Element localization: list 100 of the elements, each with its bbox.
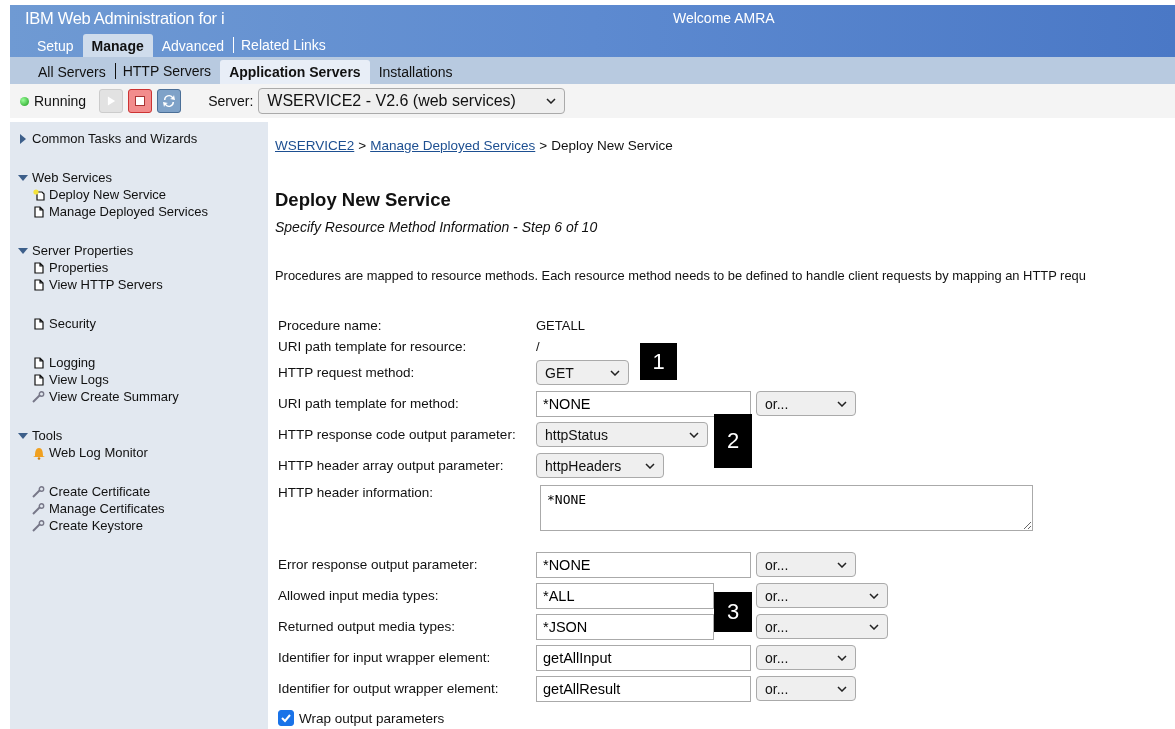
dropdown[interactable]: or...	[756, 676, 856, 701]
input-field[interactable]: *NONE	[536, 551, 751, 578]
sidebar-item[interactable]: Create Certificate	[18, 483, 265, 500]
input-field[interactable]: *NONE	[536, 390, 751, 417]
dropdown[interactable]: GET	[536, 360, 629, 385]
field-label: URI path template for resource:	[278, 339, 468, 354]
refresh-icon	[161, 93, 178, 109]
new-page-icon	[32, 188, 46, 201]
callout-number: 3	[714, 592, 752, 632]
chevron-down-icon	[610, 369, 620, 376]
stop-button[interactable]	[128, 89, 153, 113]
chevron-down-icon	[645, 462, 655, 469]
dropdown[interactable]: or...	[756, 645, 856, 670]
triangle-down-icon	[18, 430, 28, 441]
sidebar-section[interactable]: Common Tasks and Wizards	[18, 130, 265, 147]
chevron-down-icon	[689, 431, 699, 438]
sidebar-item[interactable]: Security	[18, 315, 265, 332]
input-field[interactable]: *JSON	[536, 613, 714, 640]
page-icon	[32, 373, 46, 386]
breadcrumb-link[interactable]: Manage Deployed Services	[370, 138, 536, 153]
chevron-down-icon	[837, 685, 847, 692]
refresh-button[interactable]	[157, 89, 182, 113]
chevron-down-icon	[869, 592, 879, 599]
dropdown[interactable]: or...	[756, 391, 856, 416]
sidebar-item[interactable]: Deploy New Service	[18, 186, 265, 203]
sidebar-item[interactable]: Logging	[18, 354, 265, 371]
intro-text: Procedures are mapped to resource methods. Each resource method needs to be defined to handle client requests by mapping an HTTP requ	[275, 268, 1087, 283]
field-label: HTTP request method:	[278, 365, 416, 380]
field-value: GETALL	[536, 318, 585, 333]
sidebar-item[interactable]: View HTTP Servers	[18, 276, 265, 293]
checkbox[interactable]	[278, 710, 294, 726]
chevron-down-icon	[869, 623, 879, 630]
breadcrumb-text: Deploy New Service	[551, 138, 673, 153]
field-label: URI path template for method:	[278, 396, 460, 411]
bell-icon	[32, 445, 46, 460]
page-subtitle: Specify Resource Method Information - Step 6 of 10	[275, 219, 599, 235]
welcome-text: Welcome AMRA	[673, 10, 775, 26]
field-label: Returned output media types:	[278, 619, 457, 634]
field-label: HTTP response code output parameter:	[278, 427, 517, 442]
sidebar-section[interactable]: Tools	[18, 427, 265, 444]
sidebar-item[interactable]: Web Log Monitor	[18, 444, 265, 461]
page-title: Deploy New Service	[275, 189, 452, 211]
app-title: IBM Web Administration for i	[24, 8, 226, 28]
sidebar-item[interactable]: Properties	[18, 259, 265, 276]
breadcrumb-link[interactable]: WSERVICE2	[275, 138, 355, 153]
field-label: Identifier for output wrapper element:	[278, 681, 500, 696]
chevron-down-icon	[837, 400, 847, 407]
wrench-icon	[32, 519, 46, 532]
play-icon	[106, 95, 116, 107]
server-tab[interactable]: Installations	[369, 60, 462, 84]
page-icon	[32, 205, 46, 218]
chevron-down-icon	[837, 654, 847, 661]
triangle-down-icon	[18, 245, 28, 256]
chevron-down-icon	[837, 561, 847, 568]
status-text: Running	[34, 93, 87, 109]
wrench-icon	[32, 502, 46, 515]
field-label: Identifier for input wrapper element:	[278, 650, 492, 665]
chevron-down-icon	[546, 98, 557, 104]
sidebar-item[interactable]: Manage Certificates	[18, 500, 265, 517]
field-label: HTTP header array output parameter:	[278, 458, 505, 473]
input-field[interactable]: getAllResult	[536, 675, 751, 702]
server-label: Server:	[208, 93, 254, 109]
nav-tab[interactable]: Manage	[82, 34, 153, 57]
field-value: /	[536, 339, 540, 354]
sidebar-item[interactable]: View Logs	[18, 371, 265, 388]
dropdown[interactable]: httpHeaders	[536, 453, 664, 478]
field-label: Allowed input media types:	[278, 588, 440, 603]
wrench-icon	[32, 485, 46, 498]
server-select[interactable]: WSERVICE2 - V2.6 (web services)	[258, 88, 566, 114]
field-label: Error response output parameter:	[278, 557, 479, 572]
checkmark-icon	[280, 712, 292, 724]
input-field[interactable]: *ALL	[536, 582, 714, 609]
dropdown[interactable]: or...	[756, 614, 888, 639]
sidebar-item[interactable]: View Create Summary	[18, 388, 265, 405]
checkbox-label: Wrap output parameters	[299, 710, 445, 726]
breadcrumb-text: >	[539, 138, 548, 153]
wrench-icon	[32, 390, 46, 403]
server-tab[interactable]: Application Servers	[220, 60, 370, 84]
sidebar-section[interactable]: Server Properties	[18, 242, 265, 259]
field-label: Procedure name:	[278, 318, 383, 333]
callout-number: 1	[640, 343, 677, 380]
page-icon	[32, 261, 46, 274]
page-icon	[32, 356, 46, 369]
stop-icon	[135, 96, 146, 106]
sidebar-section[interactable]: Web Services	[18, 169, 265, 186]
page-icon	[32, 317, 46, 330]
input-field[interactable]: getAllInput	[536, 644, 751, 671]
page-icon	[32, 278, 46, 291]
dropdown[interactable]: or...	[756, 583, 888, 608]
dropdown[interactable]: or...	[756, 552, 856, 577]
field-label: HTTP header information:	[278, 485, 435, 500]
triangle-down-icon	[18, 172, 28, 183]
dropdown[interactable]: httpStatus	[536, 422, 708, 447]
callout-number: 2	[714, 414, 752, 468]
text-area[interactable]: *NONE	[540, 485, 1033, 531]
sidebar-item[interactable]: Create Keystore	[18, 517, 265, 534]
triangle-right-icon	[18, 133, 28, 144]
sidebar-item[interactable]: Manage Deployed Services	[18, 203, 265, 220]
server-tab[interactable]: All Servers	[29, 60, 115, 84]
breadcrumb-text: >	[358, 138, 367, 153]
